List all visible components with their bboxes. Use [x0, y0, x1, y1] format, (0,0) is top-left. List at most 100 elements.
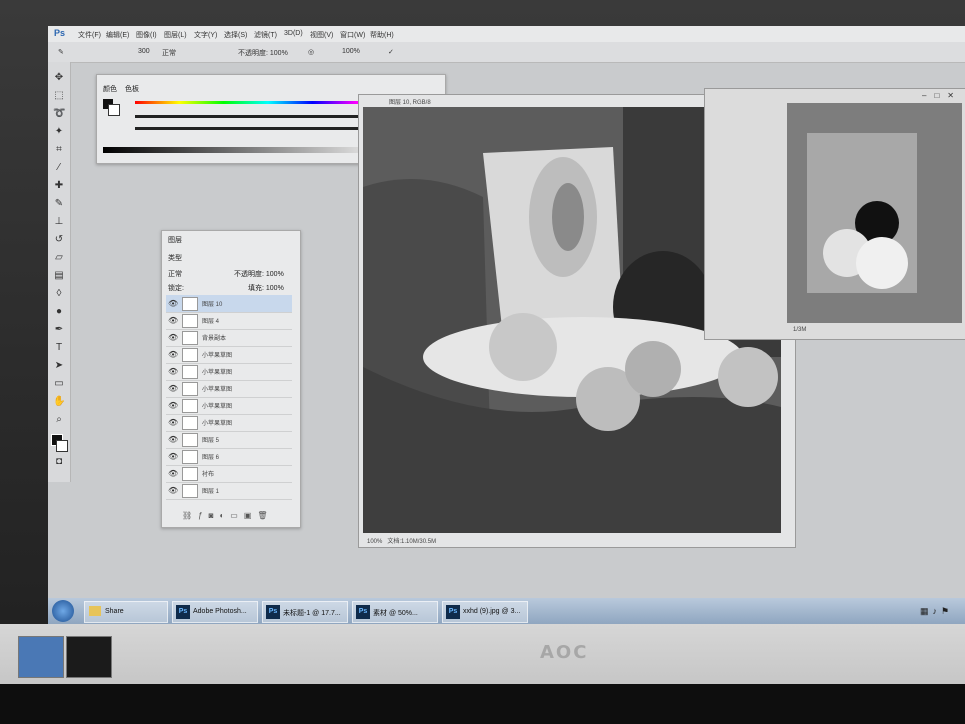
eye-icon[interactable]: 👁: [168, 401, 178, 410]
rectangle-tool-icon[interactable]: ▭: [53, 378, 65, 390]
menu-3d[interactable]: 3D(D): [284, 30, 303, 37]
pressure-icon[interactable]: ✓: [388, 48, 394, 56]
layer-row[interactable]: 👁 图层 5: [166, 431, 292, 449]
brush-size[interactable]: 300: [138, 48, 150, 55]
dodge-tool-icon[interactable]: ●: [53, 306, 65, 318]
blend-mode-select[interactable]: 正常: [168, 269, 182, 279]
layer-row[interactable]: 👁 图层 1: [166, 482, 292, 500]
minimize-icon[interactable]: –: [922, 91, 934, 100]
eye-icon[interactable]: 👁: [168, 486, 178, 495]
layer-fill[interactable]: 填充: 100%: [248, 283, 284, 293]
zoom-tool-icon[interactable]: ⌕: [53, 414, 65, 426]
bg-color-chip[interactable]: [108, 104, 120, 116]
menu-view[interactable]: 视图(V): [310, 30, 333, 40]
maximize-icon[interactable]: □: [934, 91, 947, 100]
eye-icon[interactable]: 👁: [168, 435, 178, 444]
tab-swatches[interactable]: 色板: [125, 84, 139, 94]
layer-row[interactable]: 👁 图层 4: [166, 312, 292, 330]
adjustment-icon[interactable]: ◐: [219, 511, 230, 520]
healing-brush-icon[interactable]: ✚: [53, 180, 65, 192]
volume-icon[interactable]: ♪: [933, 606, 942, 616]
new-layer-icon[interactable]: ▣: [244, 511, 258, 520]
trash-icon[interactable]: 🗑: [257, 511, 273, 520]
eye-icon[interactable]: 👁: [168, 350, 178, 359]
eye-icon[interactable]: 👁: [168, 384, 178, 393]
gradient-tool-icon[interactable]: ▤: [53, 270, 65, 282]
layer-name: 小苹果草图: [202, 404, 233, 410]
hand-tool-icon[interactable]: ✋: [53, 396, 65, 408]
menu-filter[interactable]: 滤镜(T): [254, 30, 277, 40]
fx-icon[interactable]: ƒ: [198, 511, 208, 520]
eyedropper-icon[interactable]: ⁄: [53, 162, 65, 174]
eraser-tool-icon[interactable]: ▱: [53, 252, 65, 264]
brush-preset-icon[interactable]: ✎: [58, 48, 64, 56]
eye-icon[interactable]: 👁: [168, 469, 178, 478]
layer-actions-bar: ⛓ƒ◙◐▭▣🗑: [182, 511, 274, 520]
menu-file[interactable]: 文件(F): [78, 30, 101, 40]
clone-stamp-icon[interactable]: ⊥: [53, 216, 65, 228]
layer-name: 图层 1: [202, 489, 220, 495]
opacity-field[interactable]: 不透明度: 100%: [238, 48, 288, 58]
background-color-swatch[interactable]: [56, 440, 68, 452]
menu-help[interactable]: 帮助(H): [370, 30, 394, 40]
eye-icon[interactable]: 👁: [168, 367, 178, 376]
menu-layer[interactable]: 图层(L): [164, 30, 187, 40]
blur-tool-icon[interactable]: ◊: [53, 288, 65, 300]
menu-type[interactable]: 文字(Y): [194, 30, 217, 40]
taskbar-item-doc3[interactable]: Ps xxhd (9).jpg @ 3...: [442, 601, 528, 623]
layer-row[interactable]: 👁 小苹果草图: [166, 380, 292, 398]
lasso-tool-icon[interactable]: ➰: [53, 108, 65, 120]
layer-name: 图层 4: [202, 319, 220, 325]
layer-row[interactable]: 👁 图层 6: [166, 448, 292, 466]
type-tool-icon[interactable]: T: [53, 342, 65, 354]
tab-color[interactable]: 颜色: [103, 84, 117, 94]
marquee-tool-icon[interactable]: ⬚: [53, 90, 65, 102]
layer-row[interactable]: 👁 衬布: [166, 465, 292, 483]
start-button[interactable]: [52, 600, 74, 622]
close-icon[interactable]: ✕: [947, 91, 962, 100]
photoshop-icon: Ps: [266, 605, 280, 619]
layer-filter[interactable]: 类型: [168, 253, 182, 263]
layer-row[interactable]: 👁 小苹果草图: [166, 363, 292, 381]
layer-row[interactable]: 👁 图层 10: [166, 295, 292, 313]
layer-thumbnail: [182, 484, 198, 498]
layer-row[interactable]: 👁 小苹果草图: [166, 414, 292, 432]
airbrush-icon[interactable]: ◎: [308, 48, 314, 56]
menu-window[interactable]: 窗口(W): [340, 30, 365, 40]
layer-row[interactable]: 👁 小苹果草图: [166, 397, 292, 415]
layer-thumbnail: [182, 450, 198, 464]
eye-icon[interactable]: 👁: [168, 333, 178, 342]
history-brush-icon[interactable]: ↺: [53, 234, 65, 246]
layer-opacity[interactable]: 不透明度: 100%: [234, 269, 284, 279]
mode-select[interactable]: 正常: [162, 48, 176, 58]
menu-edit[interactable]: 编辑(E): [106, 30, 129, 40]
taskbar-item-photoshop[interactable]: Ps Adobe Photosh...: [172, 601, 258, 623]
mask-icon[interactable]: ◙: [209, 511, 220, 520]
flow-field[interactable]: 100%: [342, 48, 360, 55]
flag-icon[interactable]: ⚑: [941, 606, 953, 616]
menu-image[interactable]: 图像(I): [136, 30, 157, 40]
taskbar-item-label: Share: [105, 608, 124, 615]
quick-mask-icon[interactable]: ◘: [53, 456, 65, 468]
menu-select[interactable]: 选择(S): [224, 30, 247, 40]
zoom-level[interactable]: 100%: [367, 539, 382, 545]
magic-wand-icon[interactable]: ✦: [53, 126, 65, 138]
eye-icon[interactable]: 👁: [168, 316, 178, 325]
pen-tool-icon[interactable]: ✒: [53, 324, 65, 336]
network-icon[interactable]: ▦: [920, 606, 933, 616]
layer-row[interactable]: 👁 小苹果草图: [166, 346, 292, 364]
brush-tool-icon[interactable]: ✎: [53, 198, 65, 210]
path-select-icon[interactable]: ➤: [53, 360, 65, 372]
crop-tool-icon[interactable]: ⌗: [53, 144, 65, 156]
eye-icon[interactable]: 👁: [168, 452, 178, 461]
layer-row[interactable]: 👁 背景副本: [166, 329, 292, 347]
link-layers-icon[interactable]: ⛓: [182, 511, 198, 520]
group-icon[interactable]: ▭: [230, 511, 244, 520]
eye-icon[interactable]: 👁: [168, 299, 178, 308]
taskbar-item-folder[interactable]: Share: [84, 601, 168, 623]
eye-icon[interactable]: 👁: [168, 418, 178, 427]
taskbar-item-doc1[interactable]: Ps 未标题-1 @ 17.7...: [262, 601, 348, 623]
reference-canvas[interactable]: [787, 103, 962, 323]
move-tool-icon[interactable]: ✥: [53, 72, 65, 84]
taskbar-item-doc2[interactable]: Ps 素材 @ 50%...: [352, 601, 438, 623]
